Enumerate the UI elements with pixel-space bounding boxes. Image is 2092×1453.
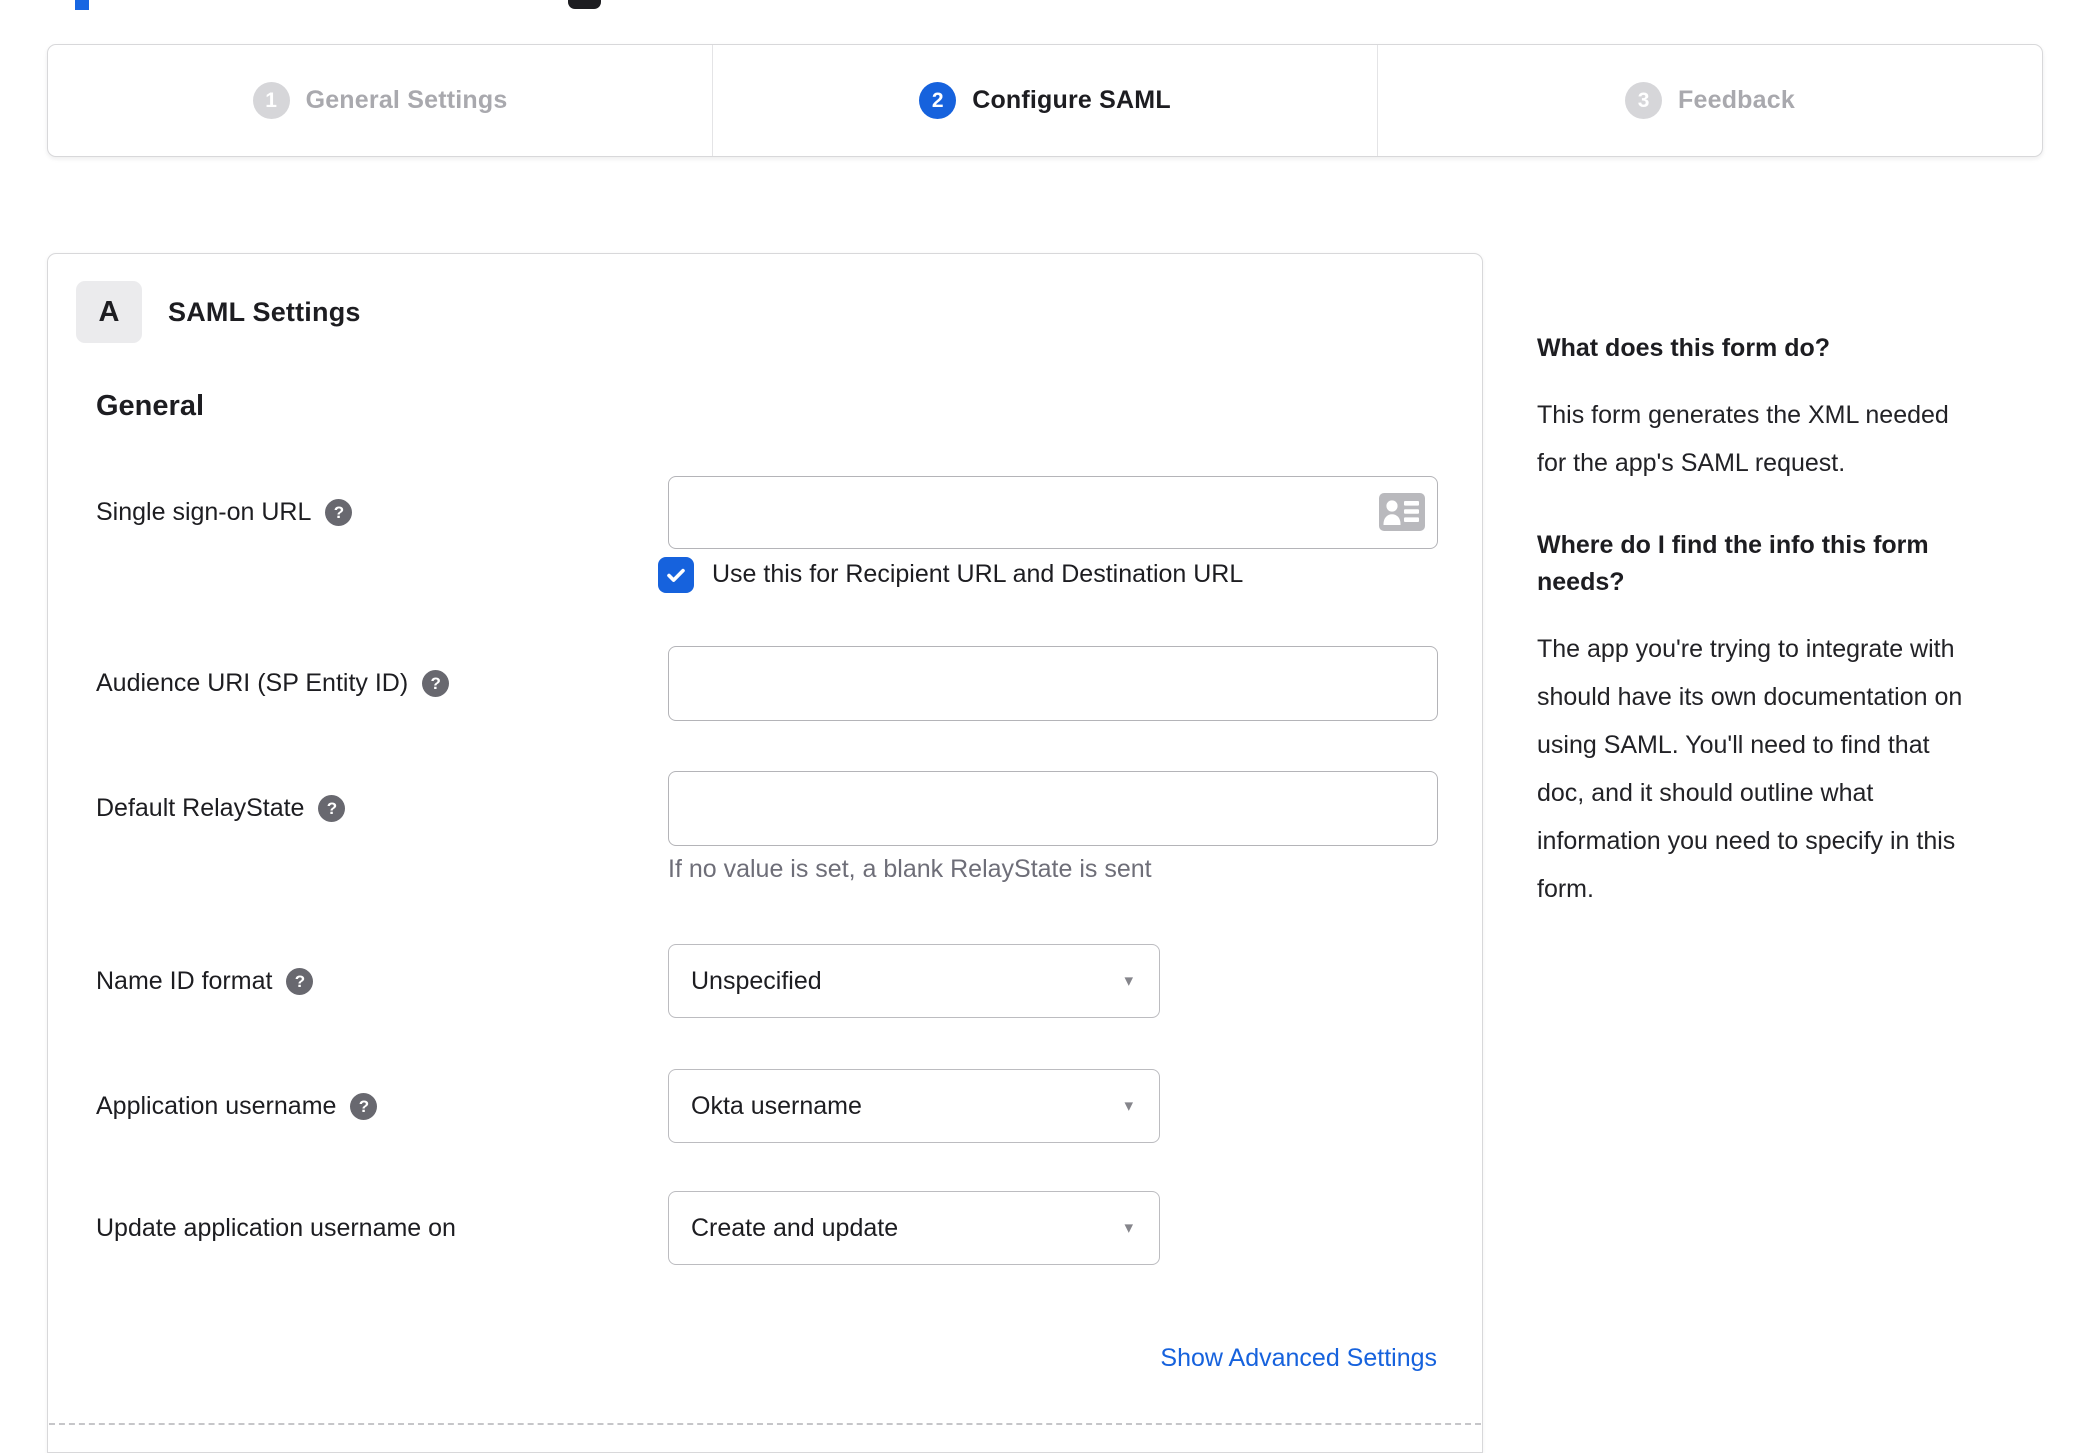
step-feedback[interactable]: 3 Feedback xyxy=(1377,45,2042,156)
relaystate-hint-text: If no value is set, a blank RelayState i… xyxy=(668,855,1152,883)
help-icon[interactable]: ? xyxy=(350,1093,378,1120)
help-icon[interactable]: ? xyxy=(286,968,314,995)
sidebar-heading-what: What does this form do? xyxy=(1537,334,1831,362)
application-username-label: Application username xyxy=(96,1092,337,1120)
general-group-heading: General xyxy=(96,390,204,422)
help-icon[interactable]: ? xyxy=(325,499,353,526)
update-application-username-select[interactable]: Create and update ▾ xyxy=(668,1191,1160,1265)
step-3-label: Feedback xyxy=(1678,86,1795,114)
single-sign-on-url-label: Single sign-on URL xyxy=(96,498,312,526)
update-application-username-label-row: Update application username on xyxy=(96,1214,456,1243)
application-username-selected-value: Okta username xyxy=(691,1091,862,1120)
single-sign-on-url-label-row: Single sign-on URL ? xyxy=(96,498,353,527)
step-1-label: General Settings xyxy=(305,86,508,114)
update-application-username-label: Update application username on xyxy=(96,1214,456,1242)
cropped-blue-element-fragment xyxy=(75,0,89,10)
sidebar-body-where: The app you're trying to integrate with … xyxy=(1537,635,1963,903)
wizard-stepper: 1 General Settings 2 Configure SAML 3 Fe… xyxy=(47,44,2043,157)
help-sidebar: What does this form do? This form genera… xyxy=(1537,330,2052,953)
audience-uri-label-row: Audience URI (SP Entity ID) ? xyxy=(96,669,450,698)
name-id-format-label-row: Name ID format ? xyxy=(96,967,314,996)
default-relaystate-label-row: Default RelayState ? xyxy=(96,794,346,823)
step-configure-saml[interactable]: 2 Configure SAML xyxy=(712,45,1377,156)
audience-uri-input[interactable] xyxy=(668,646,1438,721)
name-id-format-select[interactable]: Unspecified ▾ xyxy=(668,944,1160,1018)
help-icon[interactable]: ? xyxy=(318,795,346,822)
show-advanced-settings-link[interactable]: Show Advanced Settings xyxy=(1160,1344,1437,1373)
section-a-badge: A xyxy=(76,281,142,343)
application-username-label-row: Application username ? xyxy=(96,1092,378,1121)
contact-card-autofill-icon[interactable] xyxy=(1379,493,1425,531)
section-title: SAML Settings xyxy=(168,296,361,327)
use-for-recipient-destination-checkbox[interactable] xyxy=(658,557,694,593)
step-general-settings[interactable]: 1 General Settings xyxy=(48,45,712,156)
sidebar-body-what: This form generates the XML needed for t… xyxy=(1537,401,1949,477)
single-sign-on-url-input[interactable] xyxy=(668,476,1438,549)
default-relaystate-input[interactable] xyxy=(668,771,1438,846)
update-application-username-selected-value: Create and update xyxy=(691,1213,899,1242)
audience-uri-label: Audience URI (SP Entity ID) xyxy=(96,669,409,697)
default-relaystate-label: Default RelayState xyxy=(96,794,305,822)
chevron-down-icon: ▾ xyxy=(1124,971,1133,990)
chevron-down-icon: ▾ xyxy=(1124,1096,1133,1115)
step-1-number-badge: 1 xyxy=(252,82,290,119)
help-icon[interactable]: ? xyxy=(422,670,450,697)
name-id-format-label: Name ID format xyxy=(96,967,273,995)
step-2-number-badge: 2 xyxy=(919,82,957,119)
cropped-dark-icon-fragment xyxy=(568,0,601,9)
application-username-select[interactable]: Okta username ▾ xyxy=(668,1069,1160,1143)
chevron-down-icon: ▾ xyxy=(1124,1218,1133,1237)
name-id-format-selected-value: Unspecified xyxy=(691,966,822,995)
dashed-section-divider xyxy=(49,1423,1481,1425)
use-for-recipient-destination-label: Use this for Recipient URL and Destinati… xyxy=(712,560,1244,588)
checkmark-icon xyxy=(667,568,685,582)
step-2-label: Configure SAML xyxy=(972,86,1171,114)
step-3-number-badge: 3 xyxy=(1625,82,1663,119)
sidebar-heading-where: Where do I find the info this form needs… xyxy=(1537,531,1929,596)
saml-settings-panel: A SAML Settings General Single sign-on U… xyxy=(47,253,1483,1453)
